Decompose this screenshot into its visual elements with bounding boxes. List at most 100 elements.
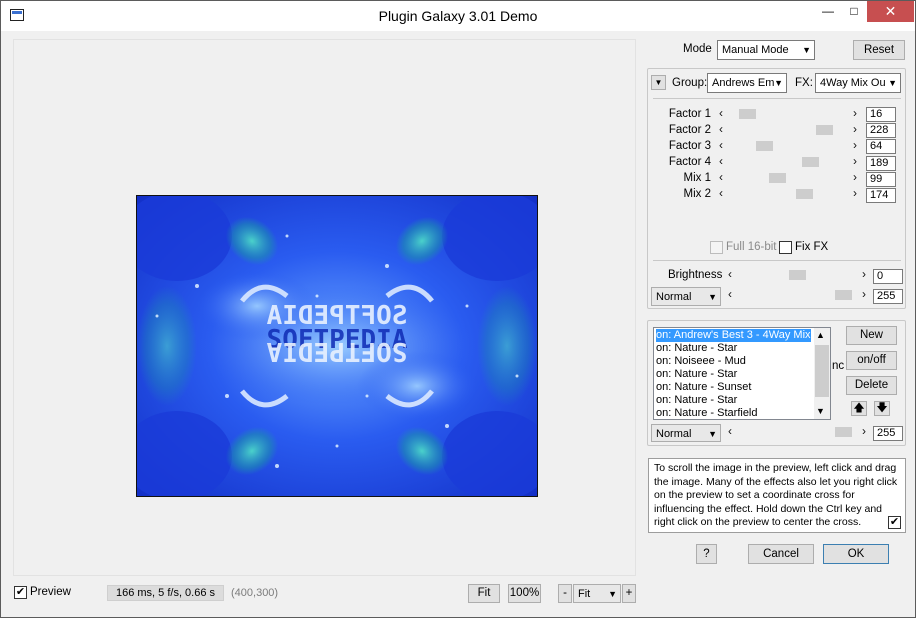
group-select[interactable]: Andrews Em ▼ <box>707 73 787 93</box>
slider-thumb[interactable] <box>756 141 773 151</box>
chevron-down-icon: ▼ <box>802 45 811 55</box>
list-item[interactable]: on: Nature - Sunset <box>656 381 751 394</box>
slider-track[interactable] <box>733 124 843 137</box>
fit-button[interactable]: Fit <box>468 584 500 603</box>
slider-thumb[interactable] <box>816 125 833 135</box>
mode-select[interactable]: Manual Mode ▼ <box>717 40 815 60</box>
chevron-right-icon[interactable]: › <box>853 170 857 184</box>
list-item[interactable]: on: Andrew's Best 3 - 4Way Mix <box>656 329 811 342</box>
list-item[interactable]: on: Nature - Star <box>656 342 737 355</box>
mix2-value[interactable]: 174 <box>866 188 896 203</box>
brightness-value[interactable]: 0 <box>873 269 903 284</box>
slider-thumb[interactable] <box>802 157 819 167</box>
mix1-value[interactable]: 99 <box>866 172 896 187</box>
zoom-100-button[interactable]: 100% <box>508 584 541 603</box>
fx-select-value: 4Way Mix Ou <box>820 77 886 89</box>
factor3-slider[interactable]: ‹ › <box>719 138 857 153</box>
slider-track[interactable] <box>742 289 852 302</box>
scroll-down-icon[interactable]: ▼ <box>816 406 825 416</box>
factor1-slider[interactable]: ‹ › <box>719 106 857 121</box>
effect-opacity-value[interactable]: 255 <box>873 289 903 304</box>
list-item[interactable]: on: Noiseee - Mud <box>656 355 746 368</box>
slider-thumb[interactable] <box>796 189 813 199</box>
slider-thumb[interactable] <box>789 270 806 280</box>
preview-checkbox[interactable]: ✔ <box>14 586 27 599</box>
layer-opacity-value[interactable]: 255 <box>873 426 903 441</box>
title-bar[interactable]: Plugin Galaxy 3.01 Demo — □ ✕ <box>1 1 915 31</box>
cancel-button[interactable]: Cancel <box>748 544 814 564</box>
chevron-right-icon[interactable]: › <box>862 424 866 438</box>
chevron-right-icon[interactable]: › <box>853 138 857 152</box>
slider-track[interactable] <box>733 156 843 169</box>
zoom-in-button[interactable]: + <box>622 584 636 603</box>
chevron-left-icon[interactable]: ‹ <box>728 424 732 438</box>
list-item[interactable]: on: Nature - Star <box>656 394 737 407</box>
delete-layer-button[interactable]: Delete <box>846 376 897 395</box>
chevron-right-icon[interactable]: › <box>853 154 857 168</box>
list-scrollbar[interactable]: ▲ ▼ <box>814 328 830 419</box>
factor4-slider[interactable]: ‹ › <box>719 154 857 169</box>
full16bit-checkbox[interactable] <box>710 241 723 254</box>
maximize-button[interactable]: □ <box>839 1 869 22</box>
slider-track[interactable] <box>742 426 852 439</box>
chevron-left-icon[interactable]: ‹ <box>719 106 723 120</box>
scroll-thumb[interactable] <box>815 345 829 397</box>
mix2-slider[interactable]: ‹ › <box>719 186 857 201</box>
close-button[interactable]: ✕ <box>867 1 914 22</box>
layers-list[interactable]: on: Andrew's Best 3 - 4Way Mix on: Natur… <box>653 327 831 420</box>
mix1-slider[interactable]: ‹ › <box>719 170 857 185</box>
help-button[interactable]: ? <box>696 544 717 564</box>
chevron-left-icon[interactable]: ‹ <box>719 186 723 200</box>
slider-thumb[interactable] <box>835 290 852 300</box>
info-checkbox[interactable]: ✔ <box>888 516 901 529</box>
preview-image[interactable]: SOFTPEDIA SOFTPEDIA SOFTPEDIA <box>136 195 538 497</box>
brightness-slider[interactable]: ‹ › <box>728 267 866 282</box>
chevron-left-icon[interactable]: ‹ <box>719 170 723 184</box>
reset-button[interactable]: Reset <box>853 40 905 60</box>
factor3-value[interactable]: 64 <box>866 139 896 154</box>
slider-track[interactable] <box>733 140 843 153</box>
slider-track[interactable] <box>742 269 852 282</box>
chevron-left-icon[interactable]: ‹ <box>719 154 723 168</box>
factor2-slider[interactable]: ‹ › <box>719 122 857 137</box>
list-item[interactable]: on: Nature - Star <box>656 368 737 381</box>
collapse-toggle-button[interactable]: ▼ <box>651 75 666 90</box>
ok-button[interactable]: OK <box>823 544 889 564</box>
slider-track[interactable] <box>733 108 843 121</box>
mode-select-value: Manual Mode <box>722 44 789 56</box>
slider-track[interactable] <box>733 188 843 201</box>
chevron-right-icon[interactable]: › <box>862 287 866 301</box>
zoom-select[interactable]: Fit ▼ <box>573 584 621 603</box>
zoom-out-button[interactable]: - <box>558 584 572 603</box>
chevron-right-icon[interactable]: › <box>853 186 857 200</box>
chevron-right-icon[interactable]: › <box>853 106 857 120</box>
move-down-button[interactable]: 🡇 <box>874 401 890 416</box>
slider-thumb[interactable] <box>769 173 786 183</box>
layer-blend-select[interactable]: Normal ▼ <box>651 424 721 442</box>
fx-select[interactable]: 4Way Mix Ou ▼ <box>815 73 901 93</box>
fixfx-checkbox[interactable] <box>779 241 792 254</box>
chevron-left-icon[interactable]: ‹ <box>719 138 723 152</box>
list-item[interactable]: on: Nature - Starfield <box>656 407 758 419</box>
factor1-value[interactable]: 16 <box>866 107 896 122</box>
chevron-right-icon[interactable]: › <box>853 122 857 136</box>
new-layer-button[interactable]: New <box>846 326 897 345</box>
factor2-value[interactable]: 228 <box>866 123 896 138</box>
chevron-right-icon[interactable]: › <box>862 267 866 281</box>
effect-blend-select[interactable]: Normal ▼ <box>651 287 721 306</box>
layer-opacity-slider[interactable]: ‹ › <box>728 424 866 439</box>
factor4-label: Factor 4 <box>668 156 711 168</box>
move-up-button[interactable]: 🡅 <box>851 401 867 416</box>
factor4-value[interactable]: 189 <box>866 156 896 171</box>
slider-track[interactable] <box>733 172 843 185</box>
slider-thumb[interactable] <box>835 427 852 437</box>
toggle-layer-button[interactable]: on/off <box>846 351 897 370</box>
chevron-left-icon[interactable]: ‹ <box>728 267 732 281</box>
chevron-left-icon[interactable]: ‹ <box>719 122 723 136</box>
slider-thumb[interactable] <box>739 109 756 119</box>
scroll-up-icon[interactable]: ▲ <box>816 330 825 340</box>
preview-area[interactable]: SOFTPEDIA SOFTPEDIA SOFTPEDIA <box>13 39 636 576</box>
preview-render[interactable]: SOFTPEDIA SOFTPEDIA SOFTPEDIA <box>137 196 537 496</box>
chevron-left-icon[interactable]: ‹ <box>728 287 732 301</box>
effect-opacity-slider[interactable]: ‹ › <box>728 287 866 302</box>
